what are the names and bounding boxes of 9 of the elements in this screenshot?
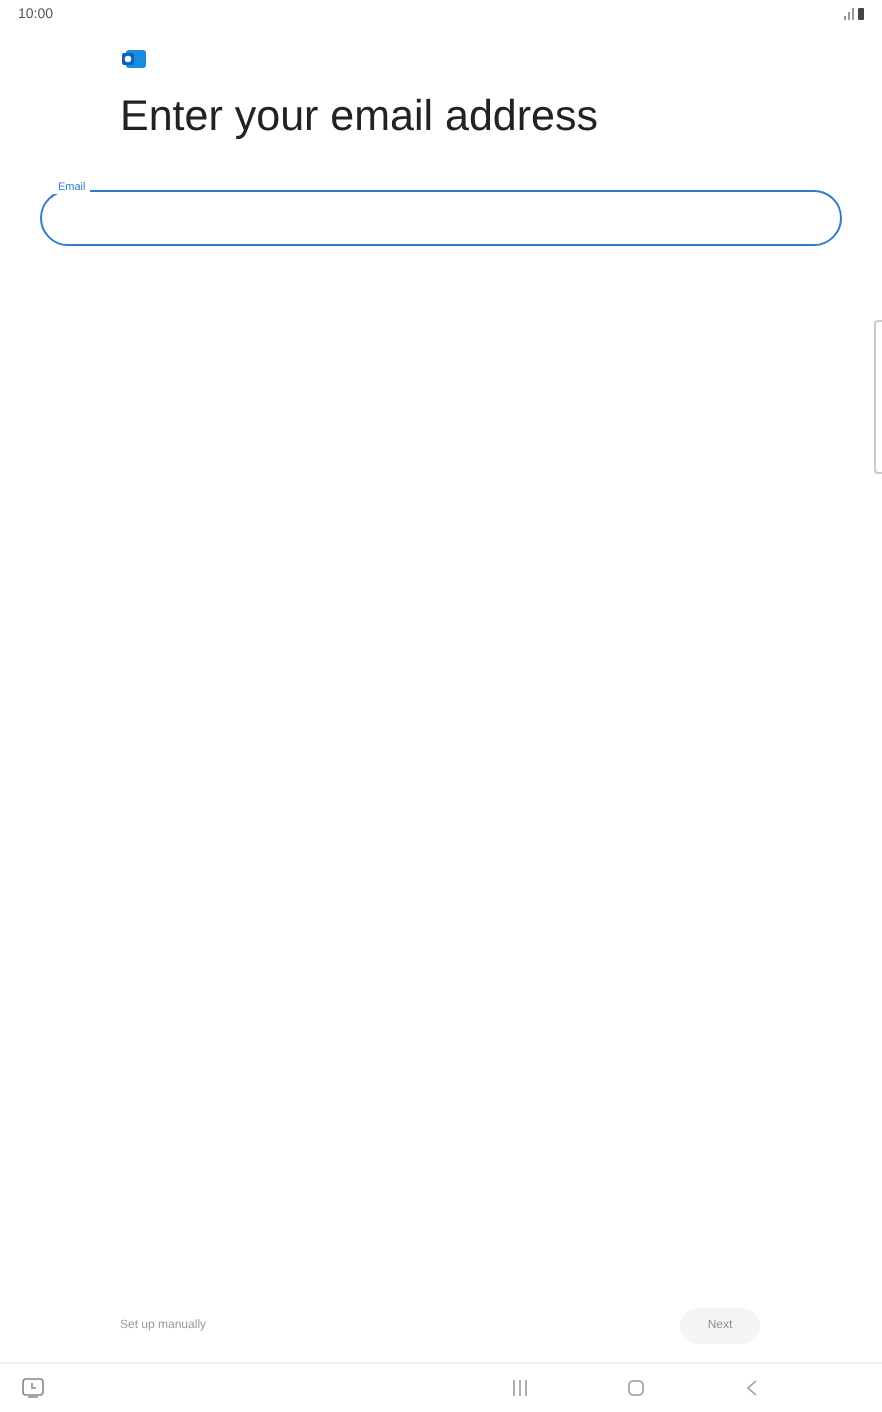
back-icon[interactable] [746,1380,758,1396]
edge-panel-handle[interactable] [874,320,882,474]
signal-battery-icon [844,8,864,20]
app-logo-icon [122,50,146,68]
home-icon[interactable] [628,1380,644,1396]
screen-clock-icon[interactable] [22,1378,44,1398]
email-field[interactable] [40,190,842,246]
page-title: Enter your email address [120,92,600,142]
recent-apps-icon[interactable] [512,1380,528,1396]
